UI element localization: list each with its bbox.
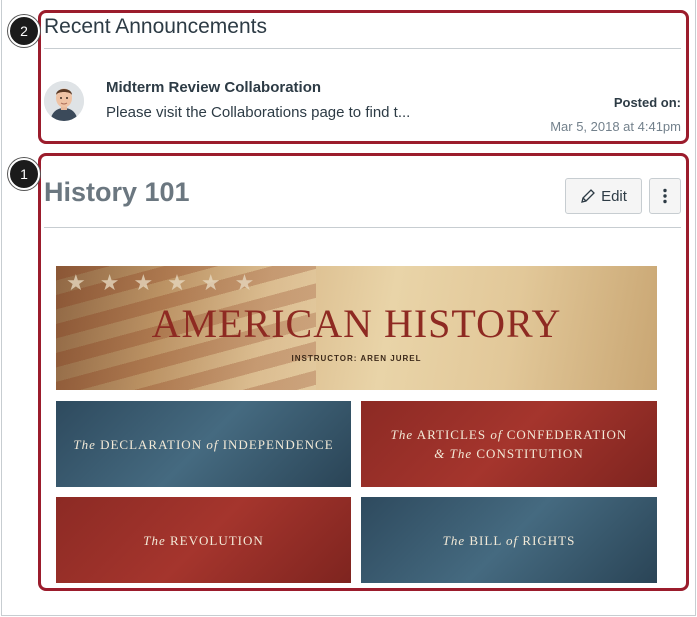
- announcements-divider: [44, 48, 681, 49]
- module-tile-declaration[interactable]: The DECLARATION of INDEPENDENCE: [56, 401, 351, 487]
- course-title-divider: [44, 227, 681, 228]
- edit-button[interactable]: Edit: [565, 178, 642, 214]
- module-tile-label: The BILL of RIGHTS: [442, 532, 576, 548]
- callout-number-2: 2: [8, 15, 40, 47]
- more-options-button[interactable]: [649, 178, 681, 214]
- author-avatar[interactable]: [44, 81, 84, 121]
- module-tile-bill-of-rights[interactable]: The BILL of RIGHTS: [361, 497, 657, 583]
- banner-instructor: INSTRUCTOR: AREN JUREL: [291, 354, 422, 363]
- posted-date: Mar 5, 2018 at 4:41pm: [550, 119, 681, 134]
- announcement-preview-text: Please visit the Collaborations page to …: [106, 104, 411, 121]
- avatar-portrait-icon: [44, 81, 84, 121]
- module-tile-label: The DECLARATION of INDEPENDENCE: [73, 436, 334, 452]
- posted-on-label: Posted on:: [613, 95, 681, 110]
- announcement-title-link[interactable]: Midterm Review Collaboration: [106, 79, 321, 96]
- banner-title: AMERICAN HISTORY: [151, 301, 562, 346]
- edit-button-label: Edit: [601, 187, 627, 205]
- module-tile-revolution[interactable]: The REVOLUTION: [56, 497, 351, 583]
- module-tile-articles[interactable]: The ARTICLES of CONFEDERATION & The CONS…: [361, 401, 657, 487]
- vertical-ellipsis-icon: [663, 188, 667, 204]
- flag-stars-icon: ★★★★★★: [66, 270, 269, 295]
- american-history-banner: ★★★★★★ AMERICAN HISTORY INSTRUCTOR: AREN…: [56, 266, 657, 390]
- course-title: History 101: [44, 177, 190, 207]
- callout-number-1: 1: [8, 158, 40, 190]
- module-tile-label: The REVOLUTION: [143, 532, 264, 548]
- pencil-icon: [581, 189, 595, 203]
- module-tile-label: The ARTICLES of CONFEDERATION & The CONS…: [390, 427, 628, 461]
- recent-announcements-heading: Recent Announcements: [44, 15, 267, 38]
